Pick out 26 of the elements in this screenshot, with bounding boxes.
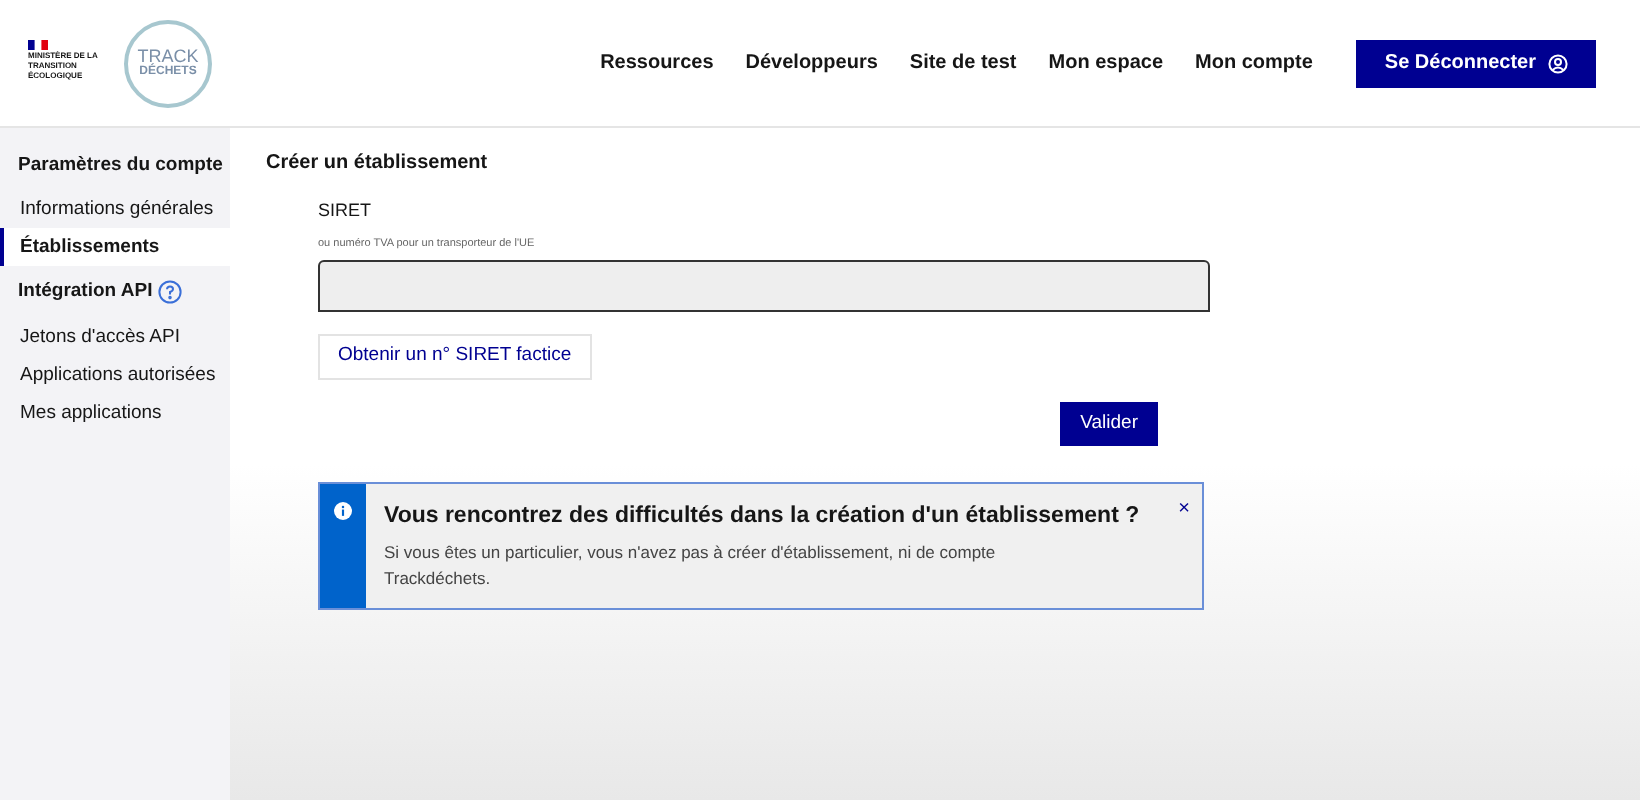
field-label: SIRET — [318, 198, 374, 224]
close-button[interactable]: × — [1178, 493, 1190, 522]
submit-button[interactable]: Valider — [1060, 401, 1158, 446]
section-title: Intégration API — [18, 278, 153, 307]
notice-title: Vous rencontrez des difficultés dans la création d'un établissement ? — [384, 501, 1142, 532]
nav-link[interactable]: Développeurs — [745, 48, 878, 78]
nav-link[interactable]: Site de test — [909, 48, 1017, 78]
sidebar-item[interactable]: Applications autorisées — [0, 355, 230, 393]
nav-link[interactable]: Mon espace — [1048, 48, 1164, 78]
page-title: Créer un établissement — [266, 150, 490, 178]
flag-icon — [28, 39, 48, 49]
help-icon[interactable] — [158, 280, 183, 305]
siret-input[interactable] — [318, 259, 1210, 312]
sidebar-item[interactable]: Informations générales — [0, 190, 230, 229]
sidebar-item[interactable]: Mes applications — [0, 393, 230, 431]
nav-link[interactable]: Ressources — [600, 48, 714, 78]
logout-button[interactable]: Se Déconnecter — [1356, 39, 1596, 87]
nav-link[interactable]: Mon compte — [1195, 48, 1313, 78]
user-icon — [1548, 53, 1568, 73]
sidebar-item[interactable]: Établissements — [0, 228, 230, 267]
section-title: Paramètres du compte — [18, 152, 223, 180]
info-icon — [334, 501, 352, 520]
sidebar-item[interactable]: Jetons d'accès API — [0, 317, 230, 355]
logo-text: TRACK — [137, 46, 199, 66]
notice-text: Si vous êtes un particulier, vous n'avez pas à créer d'établissement, ni de compte Trackdéchets. — [384, 540, 998, 592]
fake-siret-button[interactable]: Obtenir un n° SIRET factice — [318, 333, 592, 380]
